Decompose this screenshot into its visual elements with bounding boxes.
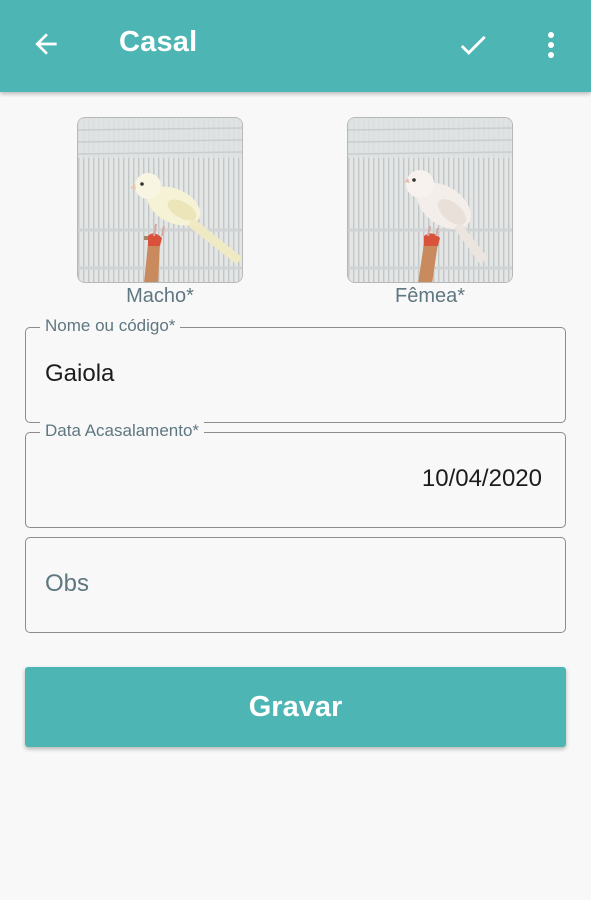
mating-date-field-label: Data Acasalamento* (40, 421, 205, 441)
name-field[interactable]: Nome ou código* Gaiola (25, 316, 566, 423)
confirm-button[interactable] (454, 28, 492, 66)
app-screen: Casal Macho* Fêmea* Nome ou código* Gaio… (0, 0, 591, 900)
page-title: Casal (119, 26, 198, 58)
arrow-back-icon (30, 28, 62, 65)
back-button[interactable] (28, 28, 64, 64)
obs-field-placeholder: Obs (45, 570, 90, 597)
male-photo[interactable] (77, 117, 243, 283)
check-icon (456, 28, 490, 67)
female-photo-label: Fêmea* (394, 285, 466, 307)
name-field-label: Nome ou código* (40, 316, 181, 336)
overflow-menu-button[interactable] (534, 28, 568, 66)
obs-field[interactable]: Obs (25, 537, 566, 633)
name-field-value: Gaiola (45, 360, 115, 387)
male-photo-label: Macho* (126, 285, 194, 307)
female-photo[interactable] (347, 117, 513, 283)
save-button[interactable]: Gravar (25, 667, 566, 747)
more-vert-icon (545, 30, 557, 65)
mating-date-field-value: 10/04/2020 (421, 465, 542, 492)
app-bar: Casal (0, 0, 591, 92)
mating-date-field[interactable]: Data Acasalamento* 10/04/2020 (25, 421, 566, 528)
